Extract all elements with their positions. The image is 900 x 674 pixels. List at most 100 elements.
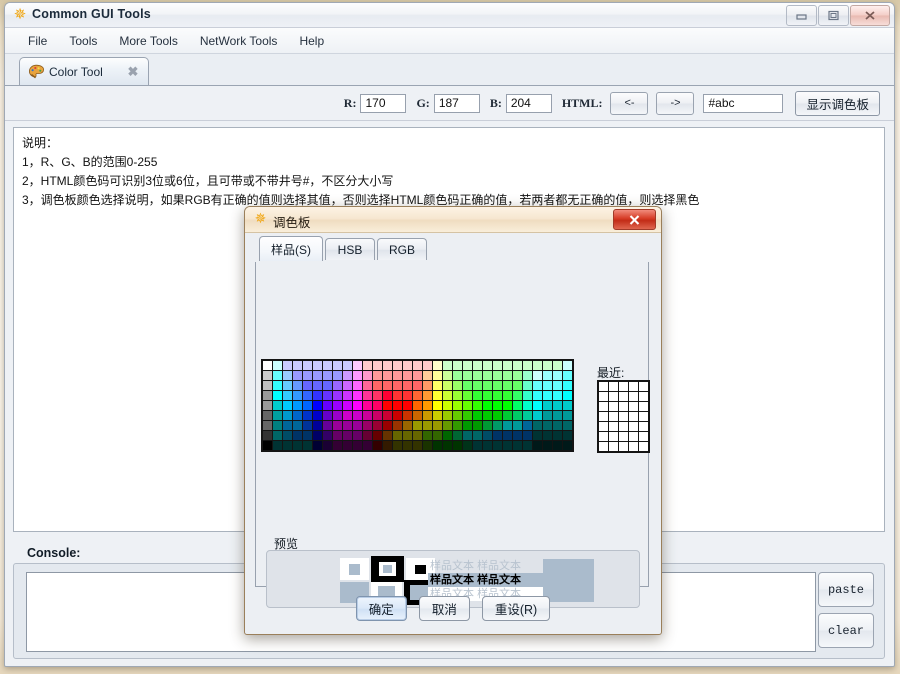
swatch-cell[interactable] — [293, 431, 302, 440]
swatch-cell[interactable] — [533, 361, 542, 370]
recent-swatch-cell[interactable] — [639, 432, 648, 441]
swatch-cell[interactable] — [353, 381, 362, 390]
swatch-cell[interactable] — [433, 371, 442, 380]
swatch-cell[interactable] — [273, 371, 282, 380]
swatch-cell[interactable] — [313, 421, 322, 430]
swatch-cell[interactable] — [333, 421, 342, 430]
swatch-cell[interactable] — [473, 431, 482, 440]
swatch-cell[interactable] — [523, 401, 532, 410]
swatch-cell[interactable] — [393, 441, 402, 450]
swatch-cell[interactable] — [343, 431, 352, 440]
swatch-cell[interactable] — [433, 421, 442, 430]
recent-swatch-cell[interactable] — [609, 402, 618, 411]
recent-swatch-cell[interactable] — [599, 432, 608, 441]
rgb-to-html-button[interactable]: <- — [610, 91, 649, 115]
swatch-cell[interactable] — [503, 381, 512, 390]
recent-swatch-cell[interactable] — [639, 412, 648, 421]
swatch-cell[interactable] — [373, 421, 382, 430]
swatch-cell[interactable] — [523, 371, 532, 380]
swatch-cell[interactable] — [303, 381, 312, 390]
swatch-cell[interactable] — [303, 441, 312, 450]
menu-item-network-tools[interactable]: NetWork Tools — [189, 31, 289, 51]
swatch-cell[interactable] — [543, 411, 552, 420]
swatch-cell[interactable] — [553, 391, 562, 400]
swatch-cell[interactable] — [393, 381, 402, 390]
swatch-cell[interactable] — [433, 441, 442, 450]
swatch-cell[interactable] — [463, 421, 472, 430]
swatch-cell[interactable] — [503, 431, 512, 440]
swatch-cell[interactable] — [443, 401, 452, 410]
swatch-cell[interactable] — [353, 391, 362, 400]
recent-swatch-cell[interactable] — [609, 392, 618, 401]
swatch-cell[interactable] — [363, 361, 372, 370]
swatch-cell[interactable] — [463, 441, 472, 450]
swatch-cell[interactable] — [553, 411, 562, 420]
swatch-cell[interactable] — [403, 431, 412, 440]
swatch-cell[interactable] — [343, 371, 352, 380]
recent-swatch-cell[interactable] — [599, 422, 608, 431]
swatch-cell[interactable] — [373, 361, 382, 370]
swatch-cell[interactable] — [473, 381, 482, 390]
swatch-cell[interactable] — [303, 361, 312, 370]
recent-swatch-cell[interactable] — [619, 402, 628, 411]
swatch-cell[interactable] — [283, 401, 292, 410]
swatch-cell[interactable] — [413, 371, 422, 380]
swatch-cell[interactable] — [313, 391, 322, 400]
swatch-cell[interactable] — [533, 371, 542, 380]
swatch-cell[interactable] — [373, 381, 382, 390]
swatch-cell[interactable] — [333, 411, 342, 420]
swatch-cell[interactable] — [373, 411, 382, 420]
recent-swatch-cell[interactable] — [609, 432, 618, 441]
swatch-cell[interactable] — [423, 411, 432, 420]
swatch-cell[interactable] — [283, 361, 292, 370]
swatch-cell[interactable] — [313, 411, 322, 420]
tab-hsb[interactable]: HSB — [325, 238, 375, 260]
swatch-cell[interactable] — [373, 401, 382, 410]
swatch-cell[interactable] — [333, 371, 342, 380]
tab-rgb[interactable]: RGB — [377, 238, 427, 260]
swatch-cell[interactable] — [523, 411, 532, 420]
swatch-cell[interactable] — [263, 441, 272, 450]
swatch-cell[interactable] — [283, 421, 292, 430]
recent-swatch-cell[interactable] — [639, 402, 648, 411]
swatch-cell[interactable] — [353, 411, 362, 420]
swatch-cell[interactable] — [353, 441, 362, 450]
swatch-cell[interactable] — [473, 441, 482, 450]
swatch-cell[interactable] — [473, 361, 482, 370]
swatch-cell[interactable] — [353, 431, 362, 440]
swatch-cell[interactable] — [463, 401, 472, 410]
swatch-cell[interactable] — [513, 381, 522, 390]
swatch-cell[interactable] — [313, 441, 322, 450]
swatch-cell[interactable] — [513, 441, 522, 450]
swatch-cell[interactable] — [273, 361, 282, 370]
swatch-cell[interactable] — [533, 441, 542, 450]
swatch-cell[interactable] — [443, 361, 452, 370]
recent-swatch-cell[interactable] — [599, 392, 608, 401]
swatch-cell[interactable] — [523, 441, 532, 450]
swatch-cell[interactable] — [543, 421, 552, 430]
swatch-cell[interactable] — [553, 401, 562, 410]
swatch-cell[interactable] — [383, 431, 392, 440]
swatch-cell[interactable] — [343, 441, 352, 450]
swatch-cell[interactable] — [363, 441, 372, 450]
swatch-cell[interactable] — [283, 411, 292, 420]
swatch-cell[interactable] — [363, 411, 372, 420]
swatch-cell[interactable] — [373, 441, 382, 450]
swatch-cell[interactable] — [263, 371, 272, 380]
swatch-cell[interactable] — [453, 381, 462, 390]
swatch-cell[interactable] — [413, 421, 422, 430]
swatch-cell[interactable] — [403, 401, 412, 410]
swatch-cell[interactable] — [413, 391, 422, 400]
cancel-button[interactable]: 取消 — [418, 595, 470, 621]
b-input[interactable] — [505, 93, 552, 113]
recent-swatch-cell[interactable] — [599, 382, 608, 391]
swatch-cell[interactable] — [393, 401, 402, 410]
dialog-close-button[interactable] — [613, 209, 656, 230]
swatch-cell[interactable] — [493, 431, 502, 440]
swatch-cell[interactable] — [413, 401, 422, 410]
swatch-cell[interactable] — [293, 371, 302, 380]
swatch-cell[interactable] — [453, 411, 462, 420]
swatch-cell[interactable] — [303, 431, 312, 440]
swatch-cell[interactable] — [443, 371, 452, 380]
recent-swatch-cell[interactable] — [629, 442, 638, 451]
